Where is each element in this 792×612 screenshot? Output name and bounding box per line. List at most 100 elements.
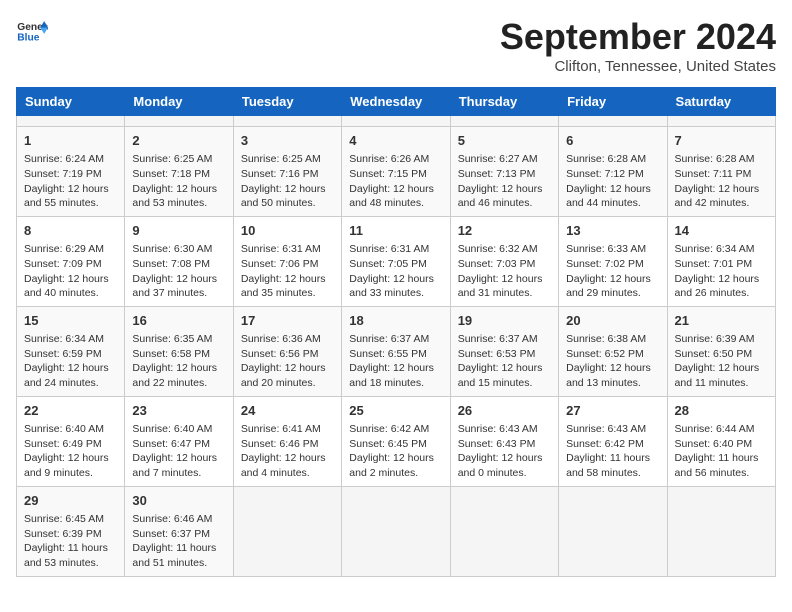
day-number: 26 [458, 402, 551, 420]
calendar-cell [667, 116, 775, 127]
logo-icon: General Blue [16, 16, 48, 48]
day-number: 24 [241, 402, 334, 420]
calendar-cell: 12Sunrise: 6:32 AM Sunset: 7:03 PM Dayli… [450, 216, 558, 306]
calendar-row [17, 116, 776, 127]
day-info: Sunrise: 6:34 AM Sunset: 6:59 PM Dayligh… [24, 332, 117, 391]
calendar-row: 29 Sunrise: 6:45 AM Sunset: 6:39 PM Dayli… [17, 486, 776, 576]
calendar-cell: 28Sunrise: 6:44 AM Sunset: 6:40 PM Dayli… [667, 396, 775, 486]
calendar-cell: 13Sunrise: 6:33 AM Sunset: 7:02 PM Dayli… [559, 216, 667, 306]
calendar-cell: 7 Sunrise: 6:28 AM Sunset: 7:11 PM Daylig… [667, 127, 775, 217]
calendar-cell: 20 Sunrise: 6:38 AM Sunset: 6:52 PM Dayli… [559, 306, 667, 396]
day-info: Sunrise: 6:41 AM Sunset: 6:46 PM Dayligh… [241, 422, 334, 481]
day-info: Sunrise: 6:45 AM Sunset: 6:39 PM Dayligh… [24, 512, 117, 571]
calendar-cell: 5Sunrise: 6:27 AM Sunset: 7:13 PM Daylig… [450, 127, 558, 217]
calendar-cell [233, 486, 341, 576]
day-number: 14 [675, 222, 768, 240]
day-info: Sunrise: 6:35 AM Sunset: 6:58 PM Dayligh… [132, 332, 225, 391]
day-number: 19 [458, 312, 551, 330]
day-info: Sunrise: 6:37 AM Sunset: 6:55 PM Dayligh… [349, 332, 442, 391]
header-cell-tuesday: Tuesday [233, 88, 341, 116]
calendar-title: September 2024 [500, 16, 776, 58]
calendar-cell [233, 116, 341, 127]
day-info: Sunrise: 6:44 AM Sunset: 6:40 PM Dayligh… [675, 422, 768, 481]
calendar-cell: 4 Sunrise: 6:26 AM Sunset: 7:15 PM Daylig… [342, 127, 450, 217]
day-number: 29 [24, 492, 117, 510]
day-info: Sunrise: 6:26 AM Sunset: 7:15 PM Dayligh… [349, 152, 442, 211]
day-number: 21 [675, 312, 768, 330]
day-info: Sunrise: 6:37 AM Sunset: 6:53 PM Dayligh… [458, 332, 551, 391]
logo: General Blue [16, 16, 48, 48]
calendar-cell: 27 Sunrise: 6:43 AM Sunset: 6:42 PM Dayli… [559, 396, 667, 486]
day-number: 2 [132, 132, 225, 150]
day-info: Sunrise: 6:39 AM Sunset: 6:50 PM Dayligh… [675, 332, 768, 391]
calendar-cell [125, 116, 233, 127]
day-info: Sunrise: 6:40 AM Sunset: 6:49 PM Dayligh… [24, 422, 117, 481]
day-number: 18 [349, 312, 442, 330]
calendar-cell [17, 116, 125, 127]
day-info: Sunrise: 6:38 AM Sunset: 6:52 PM Dayligh… [566, 332, 659, 391]
day-info: Sunrise: 6:46 AM Sunset: 6:37 PM Dayligh… [132, 512, 225, 571]
header-cell-saturday: Saturday [667, 88, 775, 116]
calendar-cell: 15 Sunrise: 6:34 AM Sunset: 6:59 PM Dayli… [17, 306, 125, 396]
day-info: Sunrise: 6:27 AM Sunset: 7:13 PM Dayligh… [458, 152, 551, 211]
day-info: Sunrise: 6:40 AM Sunset: 6:47 PM Dayligh… [132, 422, 225, 481]
calendar-row: 22 Sunrise: 6:40 AM Sunset: 6:49 PM Dayli… [17, 396, 776, 486]
calendar-cell: 9 Sunrise: 6:30 AM Sunset: 7:08 PM Daylig… [125, 216, 233, 306]
day-number: 6 [566, 132, 659, 150]
calendar-cell: 22 Sunrise: 6:40 AM Sunset: 6:49 PM Dayli… [17, 396, 125, 486]
calendar-cell: 6 Sunrise: 6:28 AM Sunset: 7:12 PM Daylig… [559, 127, 667, 217]
calendar-cell [450, 116, 558, 127]
calendar-cell: 30Sunrise: 6:46 AM Sunset: 6:37 PM Dayli… [125, 486, 233, 576]
day-number: 17 [241, 312, 334, 330]
day-info: Sunrise: 6:31 AM Sunset: 7:06 PM Dayligh… [241, 242, 334, 301]
day-info: Sunrise: 6:34 AM Sunset: 7:01 PM Dayligh… [675, 242, 768, 301]
title-area: September 2024 Clifton, Tennessee, Unite… [500, 16, 776, 75]
header-cell-monday: Monday [125, 88, 233, 116]
day-number: 9 [132, 222, 225, 240]
calendar-row: 8 Sunrise: 6:29 AM Sunset: 7:09 PM Daylig… [17, 216, 776, 306]
day-info: Sunrise: 6:30 AM Sunset: 7:08 PM Dayligh… [132, 242, 225, 301]
day-number: 4 [349, 132, 442, 150]
calendar-cell [450, 486, 558, 576]
calendar-cell [559, 486, 667, 576]
day-number: 20 [566, 312, 659, 330]
calendar-cell: 21 Sunrise: 6:39 AM Sunset: 6:50 PM Dayli… [667, 306, 775, 396]
header-row: SundayMondayTuesdayWednesdayThursdayFrid… [17, 88, 776, 116]
svg-text:Blue: Blue [17, 32, 39, 43]
day-info: Sunrise: 6:31 AM Sunset: 7:05 PM Dayligh… [349, 242, 442, 301]
day-number: 7 [675, 132, 768, 150]
calendar-cell: 24 Sunrise: 6:41 AM Sunset: 6:46 PM Dayli… [233, 396, 341, 486]
calendar-cell: 1 Sunrise: 6:24 AM Sunset: 7:19 PM Daylig… [17, 127, 125, 217]
calendar-subtitle: Clifton, Tennessee, United States [500, 58, 776, 75]
calendar-cell: 10 Sunrise: 6:31 AM Sunset: 7:06 PM Dayli… [233, 216, 341, 306]
day-info: Sunrise: 6:28 AM Sunset: 7:12 PM Dayligh… [566, 152, 659, 211]
calendar-cell: 2 Sunrise: 6:25 AM Sunset: 7:18 PM Daylig… [125, 127, 233, 217]
calendar-cell [667, 486, 775, 576]
day-number: 13 [566, 222, 659, 240]
header: General Blue September 2024 Clifton, Ten… [16, 16, 776, 75]
day-info: Sunrise: 6:25 AM Sunset: 7:18 PM Dayligh… [132, 152, 225, 211]
calendar-cell: 29 Sunrise: 6:45 AM Sunset: 6:39 PM Dayli… [17, 486, 125, 576]
day-info: Sunrise: 6:29 AM Sunset: 7:09 PM Dayligh… [24, 242, 117, 301]
day-number: 22 [24, 402, 117, 420]
calendar-cell [342, 116, 450, 127]
calendar-row: 15 Sunrise: 6:34 AM Sunset: 6:59 PM Dayli… [17, 306, 776, 396]
calendar-cell: 8 Sunrise: 6:29 AM Sunset: 7:09 PM Daylig… [17, 216, 125, 306]
day-info: Sunrise: 6:36 AM Sunset: 6:56 PM Dayligh… [241, 332, 334, 391]
day-number: 15 [24, 312, 117, 330]
day-number: 11 [349, 222, 442, 240]
calendar-cell [342, 486, 450, 576]
day-number: 10 [241, 222, 334, 240]
day-number: 8 [24, 222, 117, 240]
day-info: Sunrise: 6:43 AM Sunset: 6:43 PM Dayligh… [458, 422, 551, 481]
day-info: Sunrise: 6:43 AM Sunset: 6:42 PM Dayligh… [566, 422, 659, 481]
day-number: 1 [24, 132, 117, 150]
day-info: Sunrise: 6:28 AM Sunset: 7:11 PM Dayligh… [675, 152, 768, 211]
calendar-cell: 17 Sunrise: 6:36 AM Sunset: 6:56 PM Dayli… [233, 306, 341, 396]
day-info: Sunrise: 6:24 AM Sunset: 7:19 PM Dayligh… [24, 152, 117, 211]
day-number: 23 [132, 402, 225, 420]
calendar-cell: 14 Sunrise: 6:34 AM Sunset: 7:01 PM Dayli… [667, 216, 775, 306]
day-info: Sunrise: 6:42 AM Sunset: 6:45 PM Dayligh… [349, 422, 442, 481]
day-number: 27 [566, 402, 659, 420]
calendar-table: SundayMondayTuesdayWednesdayThursdayFrid… [16, 87, 776, 577]
